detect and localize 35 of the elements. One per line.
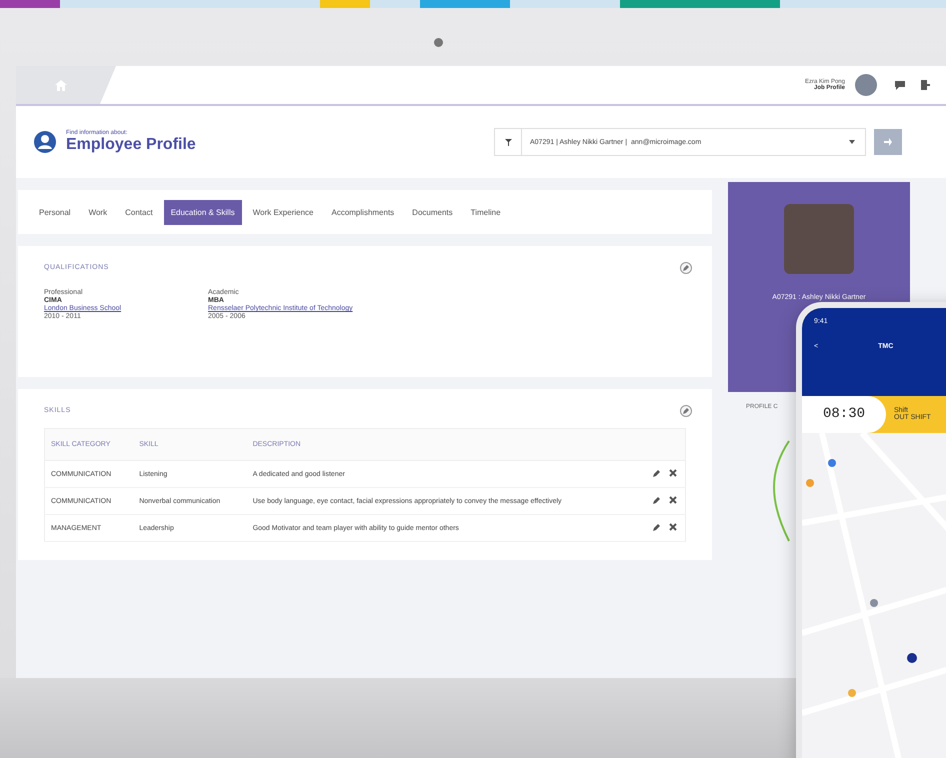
- delete-button[interactable]: [669, 496, 679, 506]
- edit-button[interactable]: [653, 523, 663, 533]
- edit-button[interactable]: [653, 496, 663, 506]
- arrow-icon: [884, 138, 892, 146]
- tab[interactable]: Timeline: [464, 200, 508, 224]
- close-icon: [669, 523, 677, 531]
- pencil-icon: [653, 523, 661, 531]
- delete-button[interactable]: [669, 523, 679, 533]
- close-icon: [669, 469, 677, 477]
- edit-button[interactable]: [653, 469, 663, 479]
- clock-time: 08:30: [802, 396, 886, 433]
- tab[interactable]: Education & Skills: [164, 200, 242, 224]
- close-icon: [669, 496, 677, 504]
- pencil-icon: [653, 496, 661, 504]
- tab[interactable]: Personal: [32, 200, 78, 224]
- tab[interactable]: Contact: [118, 200, 160, 224]
- delete-button[interactable]: [669, 469, 679, 479]
- edit-icon[interactable]: [680, 405, 692, 417]
- tab[interactable]: Documents: [405, 200, 460, 224]
- avatar[interactable]: [855, 74, 877, 96]
- edit-icon[interactable]: [680, 262, 692, 274]
- page-title: Employee Profile: [66, 136, 196, 154]
- pencil-icon: [653, 469, 661, 477]
- tab[interactable]: Accomplishments: [324, 200, 402, 224]
- tab[interactable]: Work Experience: [246, 200, 320, 224]
- photo-placeholder: [784, 204, 854, 274]
- filter-icon[interactable]: [504, 138, 512, 146]
- logout-icon[interactable]: [921, 80, 930, 90]
- employee-icon: [34, 131, 56, 153]
- caret-icon[interactable]: [849, 140, 855, 144]
- decor-stripe: [320, 0, 370, 8]
- decor-stripe: [0, 0, 60, 8]
- chat-icon[interactable]: [895, 80, 905, 90]
- tab[interactable]: Work: [82, 200, 114, 224]
- home-icon: [55, 80, 67, 90]
